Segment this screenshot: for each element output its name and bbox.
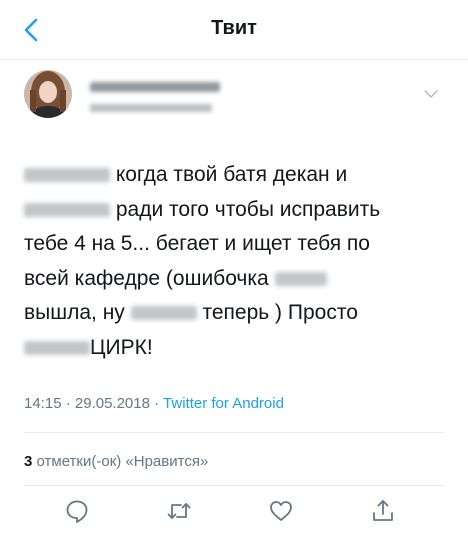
tweet-line-text: теперь ) Просто xyxy=(196,301,358,324)
tweet-date: 29.05.2018 xyxy=(74,395,150,412)
meta-separator: · xyxy=(149,395,164,412)
likes-count[interactable]: 3 отметки(-ок) «Нравится» xyxy=(24,453,208,470)
chevron-down-icon xyxy=(424,90,438,98)
like-button[interactable] xyxy=(268,498,294,524)
tweet-line: всей кафедре (ошибочка xyxy=(24,262,456,297)
top-bar: Твит xyxy=(0,0,468,60)
tweet-line-text: всей кафедре (ошибочка xyxy=(24,266,275,290)
share-button[interactable] xyxy=(370,498,396,524)
tweet-line-text: ради того чтобы исправить xyxy=(110,197,381,221)
tweet-line-text: вышла, ну xyxy=(24,301,131,324)
meta-separator: · xyxy=(61,395,75,412)
tweet-line-text: тебе 4 на 5... бегает и ищет тебя по xyxy=(24,232,370,255)
likes-label: отметки(-ок) «Нравится» xyxy=(32,453,209,470)
redacted-text xyxy=(24,340,90,355)
user-handle xyxy=(90,104,212,112)
redacted-text xyxy=(24,168,110,182)
tweet-line: когда твой батя декан и xyxy=(24,158,456,193)
share-icon xyxy=(373,500,393,521)
user-display-name[interactable] xyxy=(90,82,220,92)
page-title: Твит xyxy=(211,17,257,39)
tweet-source-link[interactable]: Twitter for Android xyxy=(163,395,284,412)
tweet-line-text: когда твой батя декан и xyxy=(110,163,348,186)
retweet-button[interactable] xyxy=(166,498,192,524)
tweet-meta: 14:15 · 29.05.2018 · Twitter for Android xyxy=(24,395,284,412)
divider xyxy=(24,432,444,433)
tweet-line: вышла, ну теперь ) Просто xyxy=(24,296,456,331)
tweet-text: когда твой батя декан и ради того чтобы … xyxy=(24,158,456,365)
redacted-text xyxy=(130,306,197,320)
redacted-text xyxy=(24,202,110,217)
reply-button[interactable] xyxy=(64,498,90,524)
retweet-icon xyxy=(167,503,191,519)
tweet-line: тебе 4 на 5... бегает и ищет тебя по xyxy=(24,227,456,262)
avatar[interactable] xyxy=(24,70,72,118)
reply-icon xyxy=(66,500,88,523)
divider xyxy=(24,485,444,486)
like-icon xyxy=(270,501,292,521)
tweet-line-text: ЦИРК! xyxy=(90,335,153,359)
tweet-line: ЦИРК! xyxy=(24,331,456,366)
redacted-text xyxy=(274,271,327,286)
tweet-menu-button[interactable] xyxy=(424,86,438,98)
tweet-time: 14:15 xyxy=(24,395,62,412)
tweet-line: ради того чтобы исправить xyxy=(24,193,456,228)
